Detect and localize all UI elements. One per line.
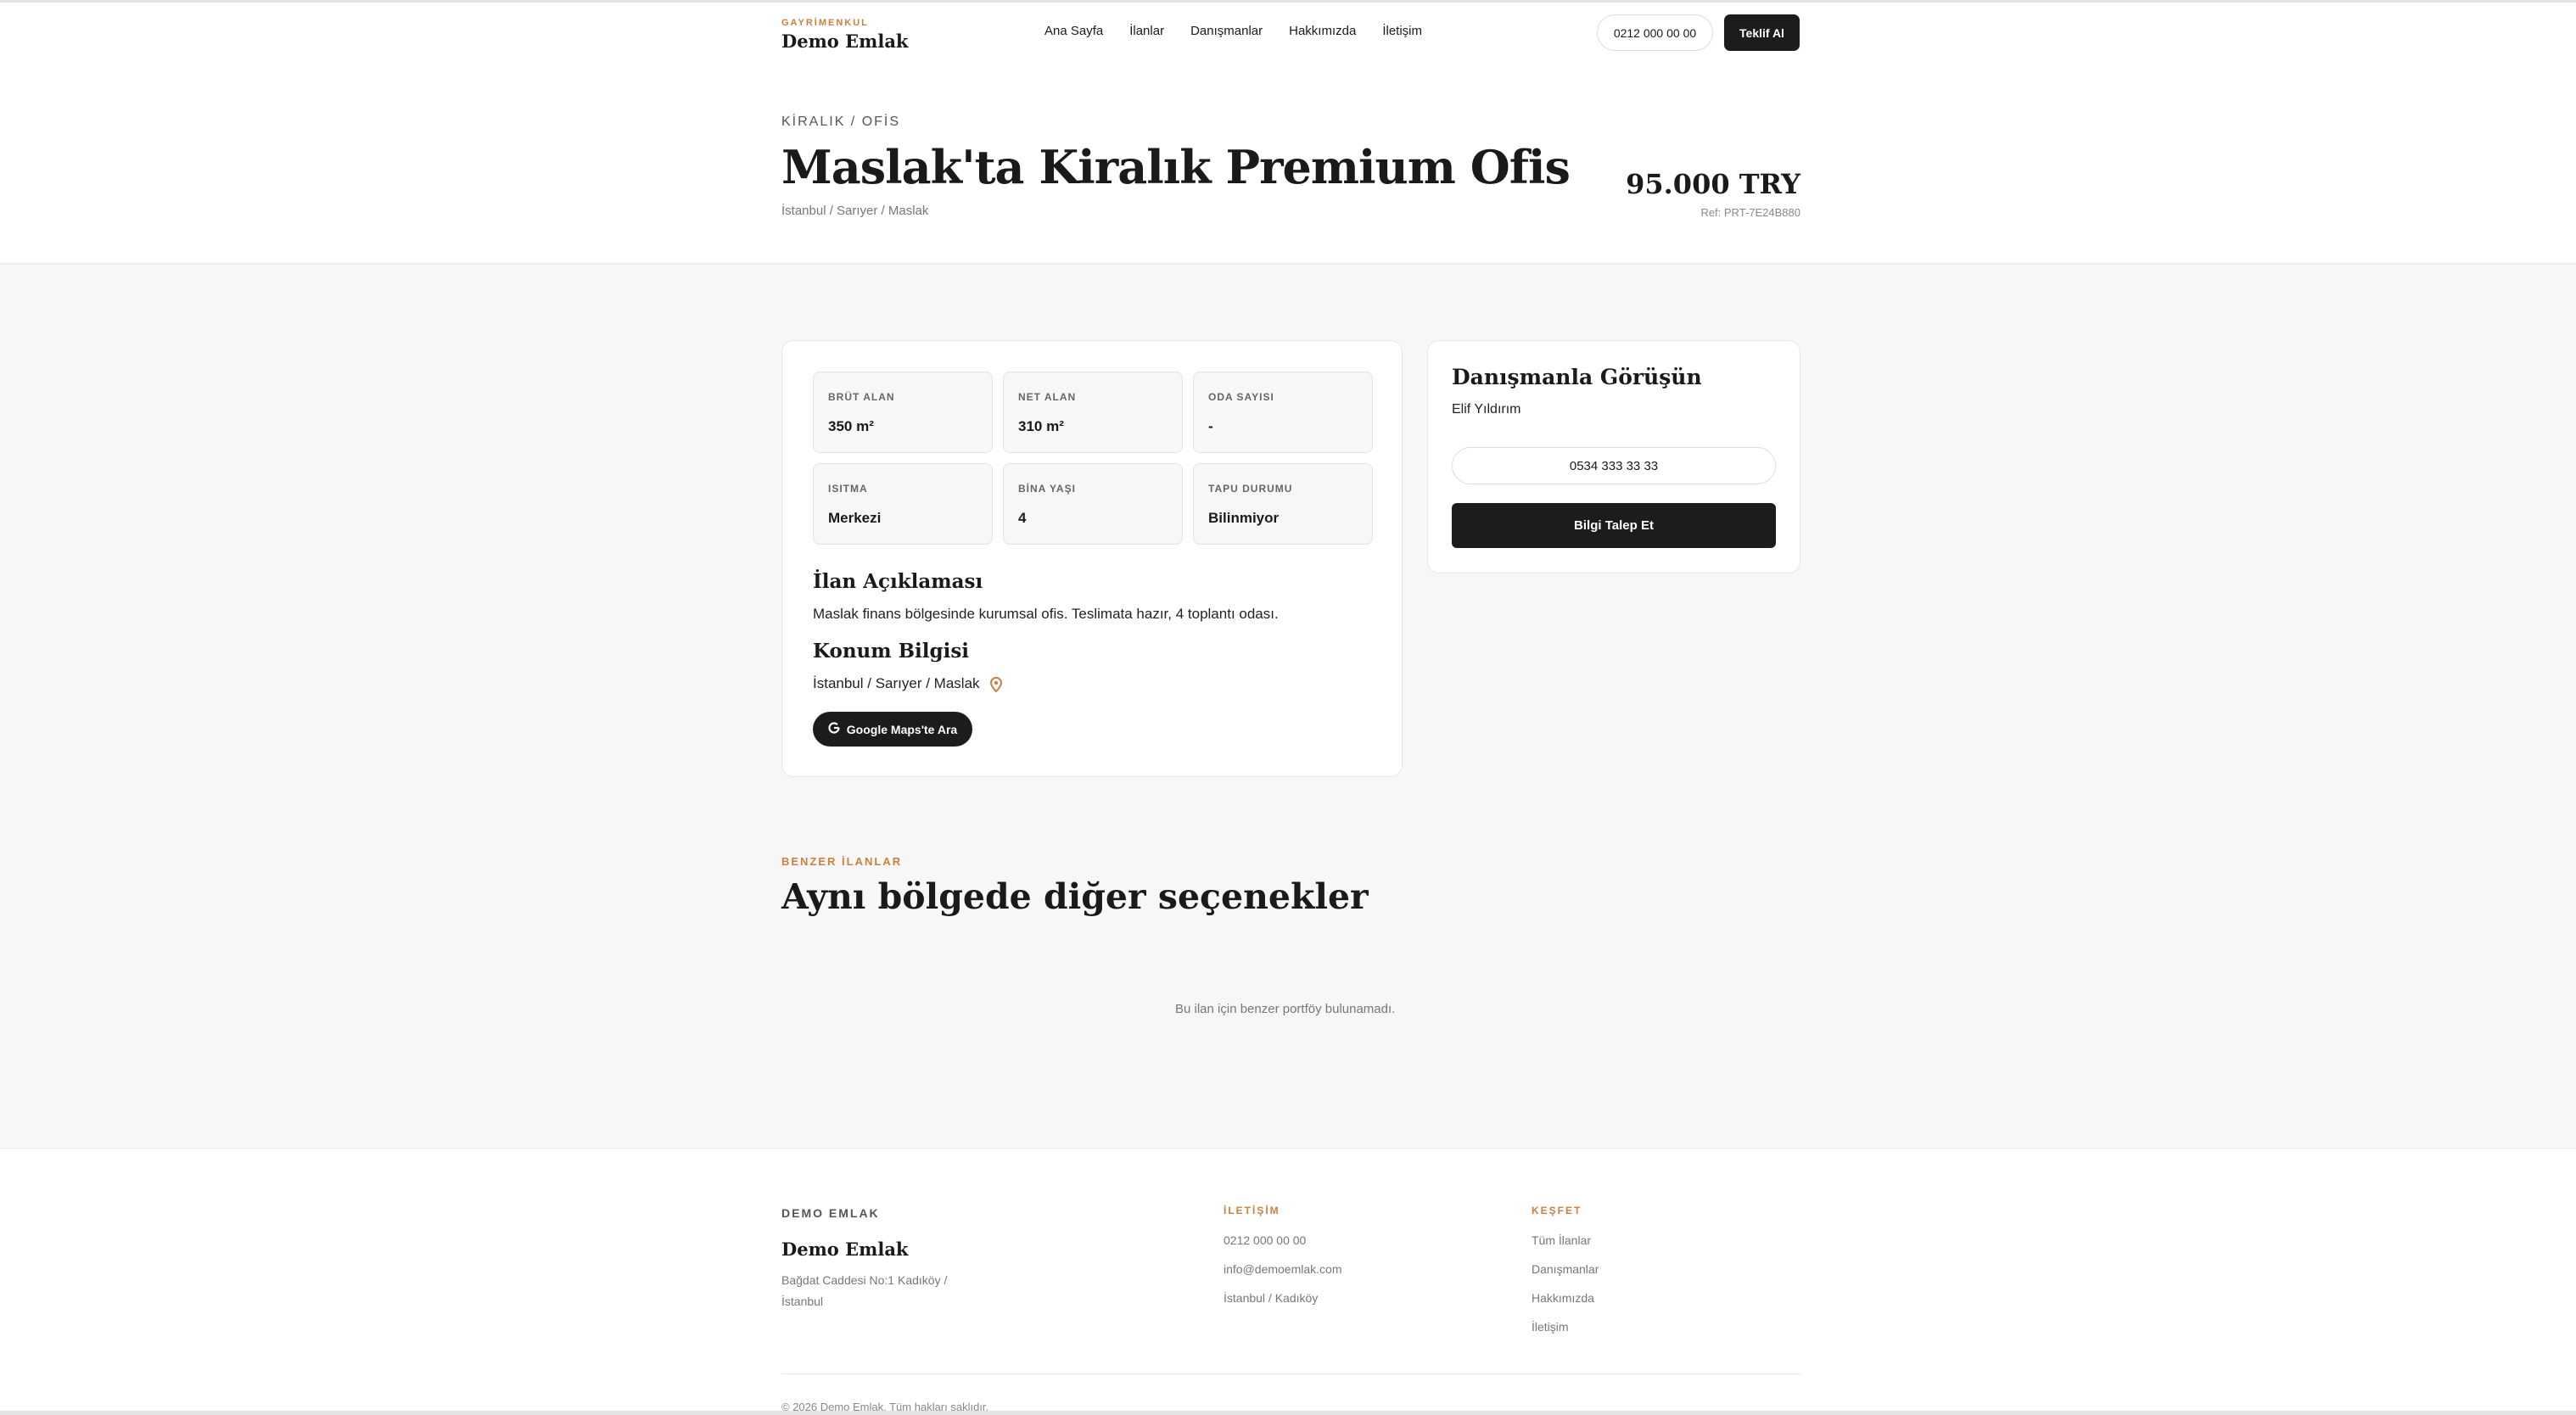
stat-label: BRÜT ALAN bbox=[828, 391, 895, 403]
google-g-icon bbox=[828, 722, 840, 736]
stat-label: BİNA YAŞI bbox=[1018, 483, 1076, 495]
footer-link-contact[interactable]: İletişim bbox=[1532, 1320, 1569, 1334]
description-text: Maslak finans bölgesinde kurumsal ofis. … bbox=[813, 606, 1279, 622]
nav-item-about[interactable]: Hakkımızda bbox=[1289, 24, 1356, 38]
brand-logo[interactable]: Demo Emlak bbox=[781, 31, 908, 52]
listing-location: İstanbul / Sarıyer / Maslak bbox=[781, 204, 929, 218]
similar-kicker: BENZER İLANLAR bbox=[781, 855, 903, 868]
top-border bbox=[0, 0, 2576, 3]
footer-explore-heading: KEŞFET bbox=[1532, 1205, 1582, 1216]
agent-contact-card: Danışmanla Görüşün Elif Yıldırım 0534 33… bbox=[1427, 340, 1800, 573]
map-pin-icon bbox=[989, 676, 1003, 693]
stat-heating: ISITMA Merkezi bbox=[813, 463, 993, 545]
location-heading: Konum Bilgisi bbox=[813, 640, 970, 663]
footer-kicker: DEMO EMLAK bbox=[781, 1206, 880, 1220]
breadcrumb: KİRALIK / OFİS bbox=[781, 115, 901, 129]
stat-value: Merkezi bbox=[828, 510, 882, 526]
footer-link-agents[interactable]: Danışmanlar bbox=[1532, 1262, 1599, 1276]
listing-details-card: BRÜT ALAN 350 m² NET ALAN 310 m² ODA SAY… bbox=[781, 340, 1403, 777]
nav-item-home[interactable]: Ana Sayfa bbox=[1044, 24, 1103, 38]
footer-brand: Demo Emlak bbox=[781, 1239, 909, 1260]
stat-gross-area: BRÜT ALAN 350 m² bbox=[813, 372, 993, 453]
brand-kicker: GAYRİMENKUL bbox=[781, 18, 869, 28]
footer-link-all-listings[interactable]: Tüm İlanlar bbox=[1532, 1233, 1591, 1247]
agent-phone-button[interactable]: 0534 333 33 33 bbox=[1452, 447, 1776, 484]
stat-room-count: ODA SAYISI - bbox=[1193, 372, 1373, 453]
nav-item-agents[interactable]: Danışmanlar bbox=[1190, 24, 1263, 38]
footer-contact-heading: İLETİŞİM bbox=[1224, 1205, 1280, 1216]
footer-contact-email[interactable]: info@demoemlak.com bbox=[1224, 1262, 1342, 1276]
stat-net-area: NET ALAN 310 m² bbox=[1003, 372, 1183, 453]
header-phone-button[interactable]: 0212 000 00 00 bbox=[1597, 14, 1713, 51]
nav-item-listings[interactable]: İlanlar bbox=[1129, 24, 1164, 38]
description-heading: İlan Açıklaması bbox=[813, 570, 983, 593]
agent-card-heading: Danışmanla Görüşün bbox=[1452, 365, 1702, 389]
stat-value: 4 bbox=[1018, 510, 1027, 526]
bottom-border bbox=[0, 1411, 2576, 1415]
footer bbox=[0, 1148, 2576, 1415]
request-info-button[interactable]: Bilgi Talep Et bbox=[1452, 503, 1776, 548]
agent-name: Elif Yıldırım bbox=[1452, 402, 1521, 417]
listing-ref: Ref: PRT-7E24B880 bbox=[1700, 206, 1800, 219]
stat-label: TAPU DURUMU bbox=[1208, 483, 1293, 495]
footer-contact-phone[interactable]: 0212 000 00 00 bbox=[1224, 1233, 1306, 1247]
footer-contact-address: İstanbul / Kadıköy bbox=[1224, 1291, 1319, 1305]
footer-divider bbox=[781, 1373, 1800, 1374]
stat-label: NET ALAN bbox=[1018, 391, 1077, 403]
similar-empty-message: Bu ilan için benzer portföy bulunamadı. bbox=[1175, 1002, 1396, 1016]
main-nav: Ana Sayfa İlanlar Danışmanlar Hakkımızda… bbox=[1044, 24, 1448, 38]
location-text: İstanbul / Sarıyer / Maslak bbox=[813, 675, 980, 691]
stat-value: 350 m² bbox=[828, 418, 874, 434]
stat-value: Bilinmiyor bbox=[1208, 510, 1280, 526]
stat-label: ISITMA bbox=[828, 483, 868, 495]
footer-link-about[interactable]: Hakkımızda bbox=[1532, 1291, 1594, 1305]
stat-value: - bbox=[1208, 418, 1213, 434]
stat-value: 310 m² bbox=[1018, 418, 1064, 434]
get-offer-button[interactable]: Teklif Al bbox=[1724, 14, 1800, 51]
similar-title: Aynı bölgede diğer seçenekler bbox=[781, 876, 1369, 917]
stat-building-age: BİNA YAŞI 4 bbox=[1003, 463, 1183, 545]
google-maps-button[interactable]: Google Maps'te Ara bbox=[813, 712, 972, 747]
page-title: Maslak'ta Kiralık Premium Ofis bbox=[781, 140, 1571, 194]
google-maps-button-label: Google Maps'te Ara bbox=[846, 722, 958, 736]
stat-deed-status: TAPU DURUMU Bilinmiyor bbox=[1193, 463, 1373, 545]
footer-address: Bağdat Caddesi No:1 Kadıköy / İstanbul bbox=[781, 1273, 948, 1308]
stat-label: ODA SAYISI bbox=[1208, 391, 1274, 403]
hero-band bbox=[0, 0, 2576, 265]
listing-price: 95.000 TRY bbox=[1626, 168, 1800, 200]
nav-item-contact[interactable]: İletişim bbox=[1382, 24, 1422, 38]
